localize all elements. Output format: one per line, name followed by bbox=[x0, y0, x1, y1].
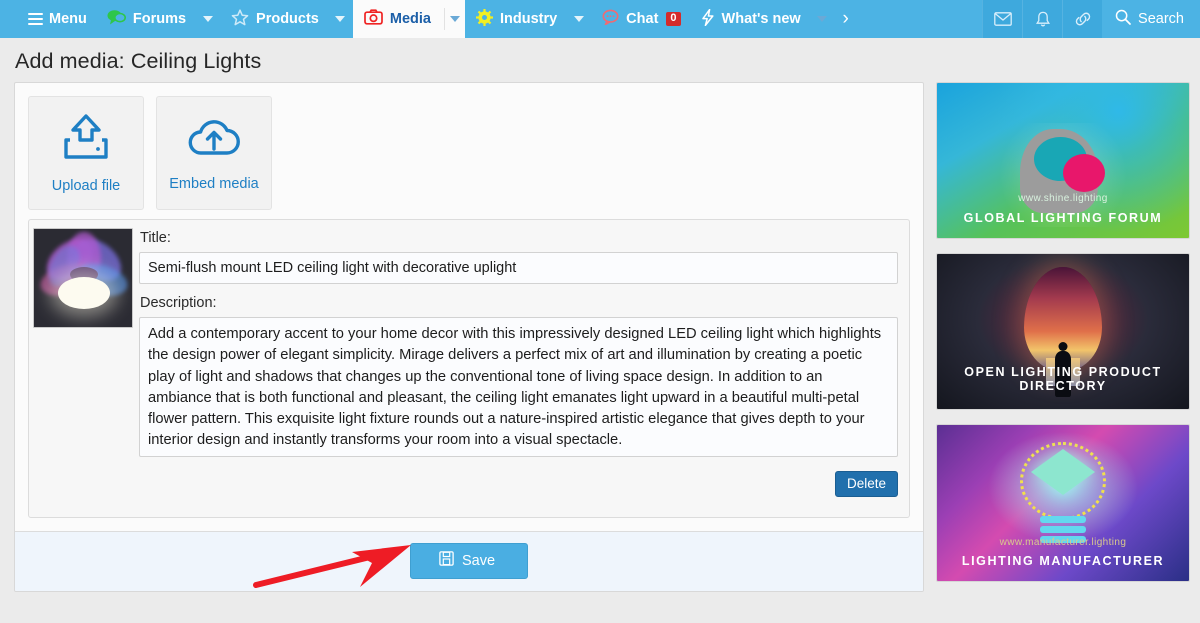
star-icon bbox=[231, 8, 249, 30]
fields-column: Title: Description: Delete bbox=[139, 220, 909, 517]
nav-item-chat-label: Chat bbox=[626, 11, 659, 27]
chevron-down-icon bbox=[817, 16, 828, 22]
gear-icon bbox=[475, 8, 493, 30]
banner-lighting-manufacturer[interactable]: www.manufacturer.lighting LIGHTING MANUF… bbox=[936, 424, 1190, 582]
media-title-input[interactable] bbox=[139, 252, 898, 284]
nav-menu-button[interactable]: Menu bbox=[0, 0, 96, 38]
star-bulb-icon bbox=[1031, 449, 1095, 495]
page-title: Add media: Ceiling Lights bbox=[15, 49, 262, 73]
add-media-panel: Upload file Embed media Title: Semi-flus… bbox=[14, 82, 924, 592]
cloud-upload-icon bbox=[185, 115, 243, 166]
chevron-down-icon bbox=[450, 16, 461, 22]
bolt-icon bbox=[701, 8, 715, 30]
sidebar: www.shine.lighting GLOBAL LIGHTING FORUM… bbox=[936, 82, 1190, 582]
thumbnail-column bbox=[29, 220, 139, 517]
chevron-down-icon bbox=[202, 16, 213, 22]
nav-right-group bbox=[982, 0, 1103, 38]
nav-caret-media[interactable] bbox=[439, 0, 465, 38]
content-wrapper: Upload file Embed media Title: Semi-flus… bbox=[0, 82, 1200, 592]
caret-divider bbox=[444, 8, 446, 30]
forums-icon bbox=[107, 9, 126, 29]
nav-item-forums-label: Forums bbox=[132, 11, 187, 27]
nav-spacer bbox=[856, 0, 983, 38]
delete-button[interactable]: Delete bbox=[834, 471, 898, 497]
upload-tray-icon bbox=[58, 113, 114, 168]
nav-item-media[interactable]: Media bbox=[352, 0, 440, 38]
nav-caret-products[interactable] bbox=[328, 0, 353, 38]
title-label: Title: bbox=[140, 230, 171, 246]
nav-item-whats-new[interactable]: What's new bbox=[690, 0, 810, 38]
banner-url: www.shine.lighting bbox=[1018, 193, 1108, 204]
nav-item-whats-new-label: What's new bbox=[721, 11, 801, 27]
save-bar: Save bbox=[15, 531, 923, 591]
nav-item-products-label: Products bbox=[256, 11, 319, 27]
chevron-down-icon bbox=[573, 16, 584, 22]
chat-unread-badge: 0 bbox=[666, 12, 681, 26]
search-icon bbox=[1115, 9, 1131, 29]
media-item-card: Title: Description: Delete bbox=[28, 219, 910, 518]
floppy-disk-icon bbox=[439, 551, 454, 570]
media-description-textarea[interactable] bbox=[139, 317, 898, 457]
banner-global-lighting-forum[interactable]: www.shine.lighting GLOBAL LIGHTING FORUM bbox=[936, 82, 1190, 239]
nav-item-industry-label: Industry bbox=[499, 11, 558, 27]
search-label: Search bbox=[1138, 11, 1184, 27]
nav-item-products[interactable]: Products bbox=[220, 0, 328, 38]
upload-file-label: Upload file bbox=[51, 177, 121, 194]
media-thumbnail[interactable] bbox=[33, 228, 133, 328]
banner-caption: GLOBAL LIGHTING FORUM bbox=[963, 211, 1163, 225]
banner-caption: LIGHTING MANUFACTURER bbox=[961, 554, 1165, 568]
inbox-icon[interactable] bbox=[982, 0, 1022, 38]
nav-caret-forums[interactable] bbox=[195, 0, 220, 38]
embed-media-button[interactable]: Embed media bbox=[156, 96, 272, 210]
nav-overflow-arrow[interactable]: › bbox=[835, 0, 857, 38]
camera-icon bbox=[364, 9, 383, 29]
chat-icon bbox=[602, 9, 619, 29]
save-label: Save bbox=[461, 552, 496, 569]
description-label: Description: bbox=[140, 295, 217, 311]
link-icon[interactable] bbox=[1062, 0, 1102, 38]
embed-media-label: Embed media bbox=[169, 175, 259, 192]
banner-url: www.manufacturer.lighting bbox=[999, 537, 1127, 548]
upload-file-button[interactable]: Upload file bbox=[28, 96, 144, 210]
search-button[interactable]: Search bbox=[1102, 0, 1200, 38]
save-button[interactable]: Save bbox=[410, 543, 528, 579]
uploader-row: Upload file Embed media bbox=[15, 83, 923, 219]
nav-item-chat[interactable]: Chat 0 bbox=[591, 0, 689, 38]
nav-caret-industry[interactable] bbox=[566, 0, 591, 38]
main-navigation-bar: Menu Forums Products Media Industry Chat… bbox=[0, 0, 1200, 38]
chevron-down-icon bbox=[335, 16, 346, 22]
hamburger-icon bbox=[28, 10, 43, 28]
nav-caret-whats-new[interactable] bbox=[810, 0, 835, 38]
nav-item-media-label: Media bbox=[389, 11, 431, 27]
nav-item-industry[interactable]: Industry bbox=[465, 0, 566, 38]
banner-caption: OPEN LIGHTING PRODUCT DIRECTORY bbox=[964, 365, 1162, 393]
nav-item-forums[interactable]: Forums bbox=[96, 0, 195, 38]
banner-open-lighting-product-directory[interactable]: OPEN LIGHTING PRODUCT DIRECTORY bbox=[936, 253, 1190, 410]
card-actions: Delete bbox=[139, 462, 898, 508]
bell-icon[interactable] bbox=[1022, 0, 1062, 38]
nav-menu-label: Menu bbox=[49, 11, 87, 27]
